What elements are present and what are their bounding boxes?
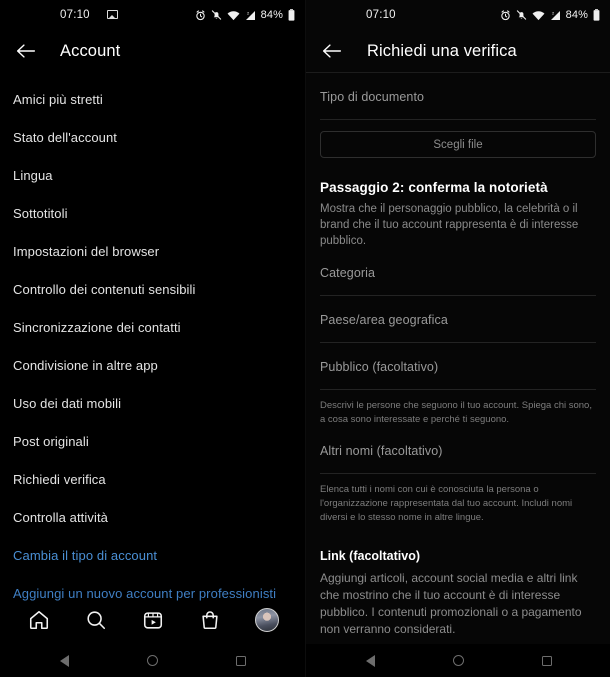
country-field[interactable]: Paese/area geografica bbox=[320, 296, 596, 343]
menu-item-sincronizzazione-contatti[interactable]: Sincronizzazione dei contatti bbox=[0, 308, 305, 346]
battery-percent-right: 84% bbox=[565, 9, 588, 21]
menu-item-uso-dati-mobili[interactable]: Uso dei dati mobili bbox=[0, 384, 305, 422]
home-circle-icon bbox=[453, 655, 464, 666]
field-divider bbox=[320, 473, 596, 474]
menu-item-controlla-attivita[interactable]: Controlla attività bbox=[0, 498, 305, 536]
menu-item-condivisione-altre-app[interactable]: Condivisione in altre app bbox=[0, 346, 305, 384]
step2-section-body: Mostra che il personaggio pubblico, la c… bbox=[320, 203, 579, 247]
right-app-header: Richiedi una verifica bbox=[306, 30, 610, 72]
alarm-icon bbox=[500, 9, 510, 20]
audience-field[interactable]: Pubblico (facoltativo) bbox=[320, 343, 596, 390]
other-names-label: Altri nomi (facoltativo) bbox=[320, 444, 443, 458]
status-icons-right: 2 84% bbox=[500, 9, 600, 21]
back-triangle-icon bbox=[60, 654, 69, 667]
shop-icon[interactable] bbox=[195, 605, 225, 635]
page-title-left: Account bbox=[60, 41, 121, 60]
recents-square-icon bbox=[235, 655, 246, 666]
menu-item-stato-account[interactable]: Stato dell'account bbox=[0, 118, 305, 156]
dual-phone-screenshot: 07:10 2 84% Account Amici più stretti St… bbox=[0, 0, 610, 677]
wifi-icon bbox=[227, 10, 240, 20]
home-icon[interactable] bbox=[24, 605, 54, 635]
document-type-field[interactable]: Tipo di documento bbox=[320, 73, 596, 120]
screenshot-icon bbox=[107, 10, 118, 19]
battery-icon bbox=[288, 9, 295, 21]
right-phone-panel: 07:10 2 84% Richiedi una verifica Tipo d… bbox=[305, 0, 610, 677]
menu-item-contenuti-sensibili[interactable]: Controllo dei contenuti sensibili bbox=[0, 270, 305, 308]
notifications-muted-icon bbox=[211, 10, 221, 20]
audience-label: Pubblico (facoltativo) bbox=[320, 360, 439, 374]
account-settings-list: Amici più stretti Stato dell'account Lin… bbox=[0, 72, 305, 612]
menu-item-lingua[interactable]: Lingua bbox=[0, 156, 305, 194]
notifications-muted-icon bbox=[516, 10, 526, 20]
back-triangle-icon bbox=[366, 654, 375, 667]
svg-text:2: 2 bbox=[247, 10, 250, 15]
status-time-right: 07:10 bbox=[366, 9, 396, 21]
android-back-button[interactable] bbox=[52, 648, 78, 674]
status-bar-left: 07:10 2 84% bbox=[0, 0, 305, 30]
category-field[interactable]: Categoria bbox=[320, 249, 596, 296]
bottom-tab-bar bbox=[0, 596, 305, 644]
field-divider bbox=[320, 389, 596, 390]
cellular-signal-icon: 2 bbox=[245, 10, 255, 20]
home-circle-icon bbox=[147, 655, 158, 666]
android-recents-button[interactable] bbox=[534, 648, 560, 674]
step2-section-title: Passaggio 2: conferma la notorietà bbox=[320, 180, 548, 195]
status-bar-right: 07:10 2 84% bbox=[306, 0, 610, 30]
left-app-header: Account bbox=[0, 30, 305, 72]
battery-icon bbox=[593, 9, 600, 21]
android-back-button[interactable] bbox=[358, 648, 384, 674]
choose-file-button[interactable]: Scegli file bbox=[320, 131, 596, 158]
android-home-button[interactable] bbox=[140, 648, 166, 674]
audience-help-text: Descrivi le persone che seguono il tuo a… bbox=[320, 400, 592, 425]
menu-item-post-originali[interactable]: Post originali bbox=[0, 422, 305, 460]
category-label: Categoria bbox=[320, 266, 376, 280]
menu-item-amici-piu-stretti[interactable]: Amici più stretti bbox=[0, 80, 305, 118]
menu-item-richiedi-verifica[interactable]: Richiedi verifica bbox=[0, 460, 305, 498]
reels-icon[interactable] bbox=[138, 605, 168, 635]
back-button-right[interactable] bbox=[320, 39, 344, 63]
android-home-button[interactable] bbox=[446, 648, 472, 674]
recents-square-icon bbox=[541, 655, 552, 666]
arrow-left-icon bbox=[16, 44, 36, 58]
battery-percent: 84% bbox=[260, 9, 283, 21]
android-recents-button[interactable] bbox=[228, 648, 254, 674]
link-section-title: Link (facoltativo) bbox=[320, 549, 421, 563]
android-nav-bar-right bbox=[306, 644, 610, 677]
search-icon[interactable] bbox=[81, 605, 111, 635]
page-title-right: Richiedi una verifica bbox=[367, 41, 517, 60]
field-divider bbox=[320, 119, 596, 120]
alarm-icon bbox=[195, 9, 205, 20]
android-nav-bar-left bbox=[0, 644, 305, 677]
status-time: 07:10 bbox=[60, 9, 90, 21]
svg-text:2: 2 bbox=[552, 10, 555, 15]
country-label: Paese/area geografica bbox=[320, 313, 448, 327]
wifi-icon bbox=[532, 10, 545, 20]
document-type-label: Tipo di documento bbox=[320, 90, 425, 104]
menu-item-cambia-tipo-account[interactable]: Cambia il tipo di account bbox=[0, 536, 305, 574]
other-names-help-text: Elenca tutti i nomi con cui è conosciuta… bbox=[320, 484, 573, 523]
arrow-left-icon bbox=[322, 44, 342, 58]
menu-item-impostazioni-browser[interactable]: Impostazioni del browser bbox=[0, 232, 305, 270]
menu-item-sottotitoli[interactable]: Sottotitoli bbox=[0, 194, 305, 232]
left-phone-panel: 07:10 2 84% Account Amici più stretti St… bbox=[0, 0, 305, 677]
other-names-field[interactable]: Altri nomi (facoltativo) bbox=[320, 427, 596, 474]
status-icons-left: 2 84% bbox=[195, 9, 295, 21]
profile-avatar[interactable] bbox=[252, 605, 282, 635]
avatar bbox=[254, 608, 279, 632]
cellular-signal-icon: 2 bbox=[550, 10, 560, 20]
link-section-body: Aggiungi articoli, account social media … bbox=[320, 571, 582, 636]
verification-request-form: Tipo di documento Scegli file Passaggio … bbox=[306, 73, 610, 677]
back-button-left[interactable] bbox=[14, 39, 38, 63]
